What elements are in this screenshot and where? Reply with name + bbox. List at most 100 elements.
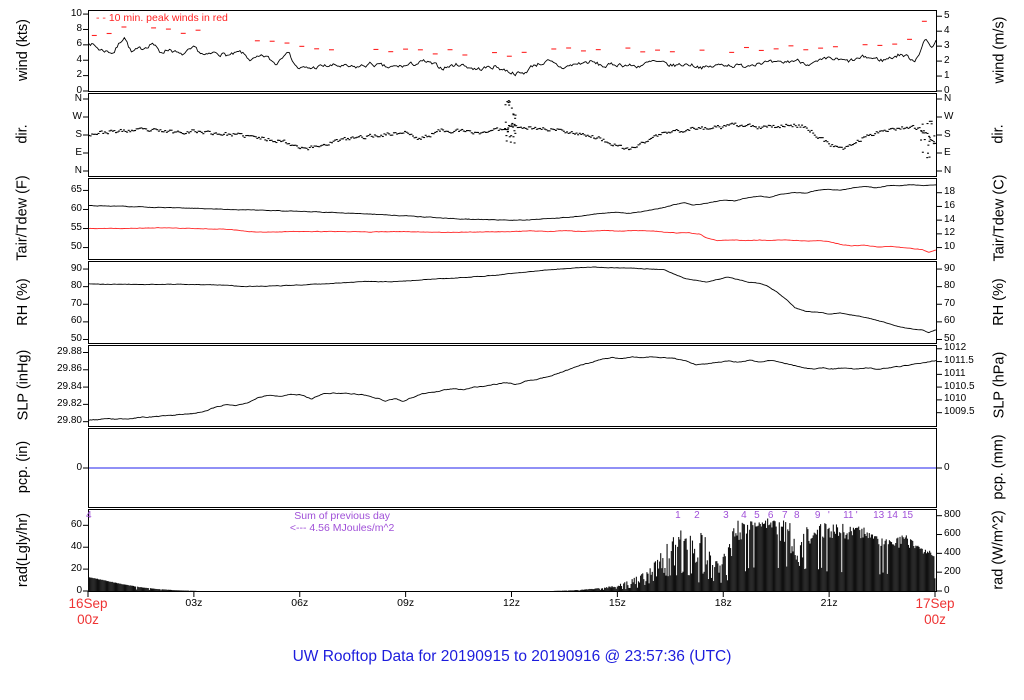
- mjoules-marker: ': [827, 510, 830, 521]
- panel-dir: [83, 93, 942, 177]
- mjoules-marker: 5: [754, 510, 760, 521]
- y-axis-label-left: rad(Lgly/hr): [2, 509, 44, 590]
- hour-line: 00z: [924, 612, 946, 627]
- panel-rh: [83, 261, 942, 344]
- y-axis-label-left: Tair/Tdew (F): [2, 175, 44, 261]
- y-axis-label-text: pcp. (mm): [991, 434, 1007, 500]
- y-axis-label-right: pcp. (mm): [977, 428, 1021, 506]
- y-axis-label-left: SLP (inHg): [2, 345, 44, 425]
- y-axis-label-text: pcp. (in): [15, 440, 32, 494]
- y-axis-label-text: SLP (inHg): [15, 349, 31, 421]
- hour-line: 00z: [77, 612, 99, 627]
- dir-plot: [83, 98, 942, 172]
- y-axis-label-text: RH (%): [15, 277, 31, 326]
- y-axis-label-right: wind (m/s): [977, 10, 1021, 90]
- y-tick-label-left: 65: [70, 183, 82, 195]
- y-tick-label-left: 60: [70, 315, 82, 327]
- dew-point-f: [88, 227, 937, 253]
- y-tick-label-left: E: [75, 146, 82, 158]
- tair-plot: [83, 184, 942, 253]
- figure-title: UW Rooftop Data for 20190915 to 20190916…: [292, 648, 732, 665]
- y-tick-label-left: 29.80: [56, 415, 82, 427]
- y-axis-label-text: RH (%): [991, 277, 1007, 326]
- y-axis-label-left: wind (kts): [2, 10, 44, 90]
- mjoules-marker: 7: [782, 510, 788, 521]
- y-axis-label-text: rad (W/m^2): [991, 509, 1007, 590]
- mjoules-marker: 15: [902, 510, 914, 521]
- y-tick-label-left: 80: [70, 280, 82, 292]
- radiation-sum-note: <--- 4.56 MJoules/m^2: [289, 521, 395, 534]
- x-axis-date-end: 17Sep 00z: [897, 596, 973, 628]
- y-axis-label-text: SLP (hPa): [991, 351, 1008, 419]
- date-line: 17Sep: [915, 596, 955, 611]
- mjoules-marker: 14: [886, 510, 898, 521]
- date-line: 16Sep: [68, 596, 108, 611]
- y-axis-label-left: pcp. (in): [2, 428, 44, 506]
- y-axis-label-text: dir.: [991, 124, 1007, 144]
- y-axis-label-left: RH (%): [2, 261, 44, 342]
- y-tick-label-left: 0: [76, 584, 82, 596]
- y-tick-label-left: 29.84: [56, 380, 82, 392]
- y-tick-label-left: 29.86: [56, 363, 82, 375]
- y-tick-label-left: S: [75, 128, 82, 140]
- y-tick-label-left: 40: [70, 540, 82, 552]
- y-tick-label-left: 29.88: [56, 345, 82, 357]
- y-axis-label-text: wind (m/s): [991, 16, 1007, 84]
- peak-wind-note: - - 10 min. peak winds in red: [96, 12, 228, 24]
- panel-rad: [83, 509, 942, 592]
- y-tick-label-left: 55: [70, 222, 82, 234]
- y-tick-label-left: 60: [70, 518, 82, 530]
- y-axis-label-right: Tair/Tdew (C): [977, 174, 1021, 261]
- mjoules-marker: 4: [741, 510, 747, 521]
- y-axis-label-text: Tair/Tdew (F): [15, 175, 31, 261]
- wind-direction-deg: [88, 100, 937, 159]
- y-tick-label-left: 6: [76, 38, 82, 50]
- panel-pcp: [83, 428, 942, 508]
- wind-peak-kts: [91, 20, 927, 57]
- y-tick-label-left: N: [74, 164, 82, 176]
- mjoules-marker: ': [855, 510, 858, 521]
- uw-rooftop-meteogram: UW Rooftop Data for 20190915 to 20190916…: [0, 0, 1024, 700]
- x-tick-label: 06z: [291, 597, 309, 609]
- wind-average-kts: [88, 36, 937, 77]
- rh-plot: [83, 266, 942, 340]
- panel-slp: [83, 345, 942, 427]
- y-axis-label-text: rad(Lgly/hr): [15, 512, 32, 587]
- y-tick-label-left: 4: [76, 53, 82, 65]
- radiation-sum-note: Sum of previous day: [294, 510, 390, 522]
- y-tick-label-left: W: [72, 110, 82, 122]
- mjoules-marker: 4: [86, 510, 92, 521]
- y-tick-label-left: 20: [70, 562, 82, 574]
- x-tick-label: 15z: [608, 597, 626, 609]
- mjoules-marker: 6: [767, 510, 774, 521]
- y-axis-label-left: dir.: [2, 93, 44, 175]
- x-tick-label: 18z: [714, 597, 732, 609]
- mjoules-marker: 8: [794, 510, 800, 521]
- mjoules-marker: 3: [723, 510, 729, 521]
- mjoules-marker: 1: [675, 510, 681, 521]
- pcp-plot: [83, 467, 942, 469]
- slp-plot: [83, 348, 942, 423]
- y-tick-label-left: N: [74, 92, 82, 104]
- x-axis-date-start: 16Sep 00z: [50, 596, 126, 628]
- x-tick-label: 03z: [185, 597, 203, 609]
- x-tick-label: 12z: [503, 597, 520, 609]
- y-axis-label-text: dir.: [15, 124, 31, 144]
- air-temperature-f: [88, 184, 937, 221]
- y-axis-label-text: wind (kts): [15, 18, 32, 82]
- y-tick-label-left: 10: [70, 7, 82, 19]
- y-tick-label-left: 50: [70, 241, 82, 253]
- solar-radiation-wm2: [88, 518, 936, 591]
- mjoules-marker: 9: [814, 510, 821, 521]
- x-tick-label: 21z: [820, 597, 838, 609]
- y-axis-label-right: RH (%): [977, 261, 1021, 342]
- mjoules-marker: 2: [694, 510, 700, 521]
- y-tick-label-left: 70: [70, 297, 82, 309]
- mjoules-marker: 13: [873, 510, 885, 521]
- y-tick-label-left: 2: [76, 69, 82, 81]
- y-tick-label-left: 50: [70, 332, 82, 344]
- y-axis-label-right: rad (W/m^2): [977, 509, 1021, 590]
- y-tick-label-left: 90: [70, 262, 82, 274]
- y-axis-label-text: Tair/Tdew (C): [991, 174, 1008, 262]
- rad-plot: [83, 515, 942, 592]
